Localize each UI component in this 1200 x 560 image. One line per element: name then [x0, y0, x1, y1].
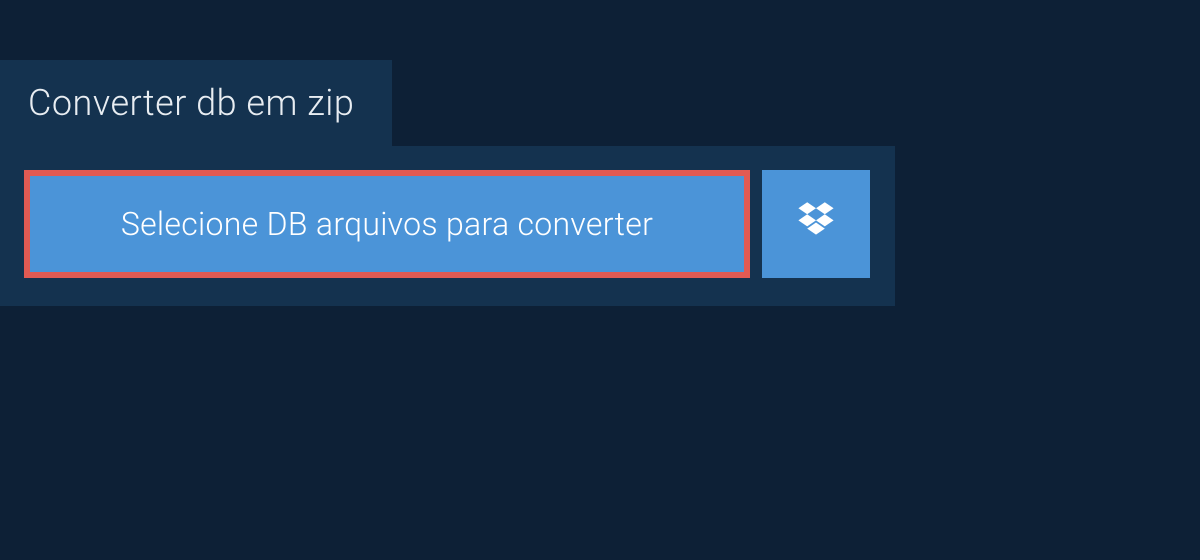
dropbox-icon: [794, 200, 838, 248]
select-files-button[interactable]: Selecione DB arquivos para converter: [24, 170, 750, 278]
converter-panel: Selecione DB arquivos para converter: [0, 146, 895, 306]
dropbox-button[interactable]: [762, 170, 870, 278]
select-files-label: Selecione DB arquivos para converter: [121, 205, 653, 243]
tab-converter[interactable]: Converter db em zip: [0, 60, 392, 146]
tab-bar: Converter db em zip Selecione DB arquivo…: [0, 60, 1200, 306]
button-row: Selecione DB arquivos para converter: [24, 170, 871, 278]
tab-label: Converter db em zip: [28, 82, 354, 124]
